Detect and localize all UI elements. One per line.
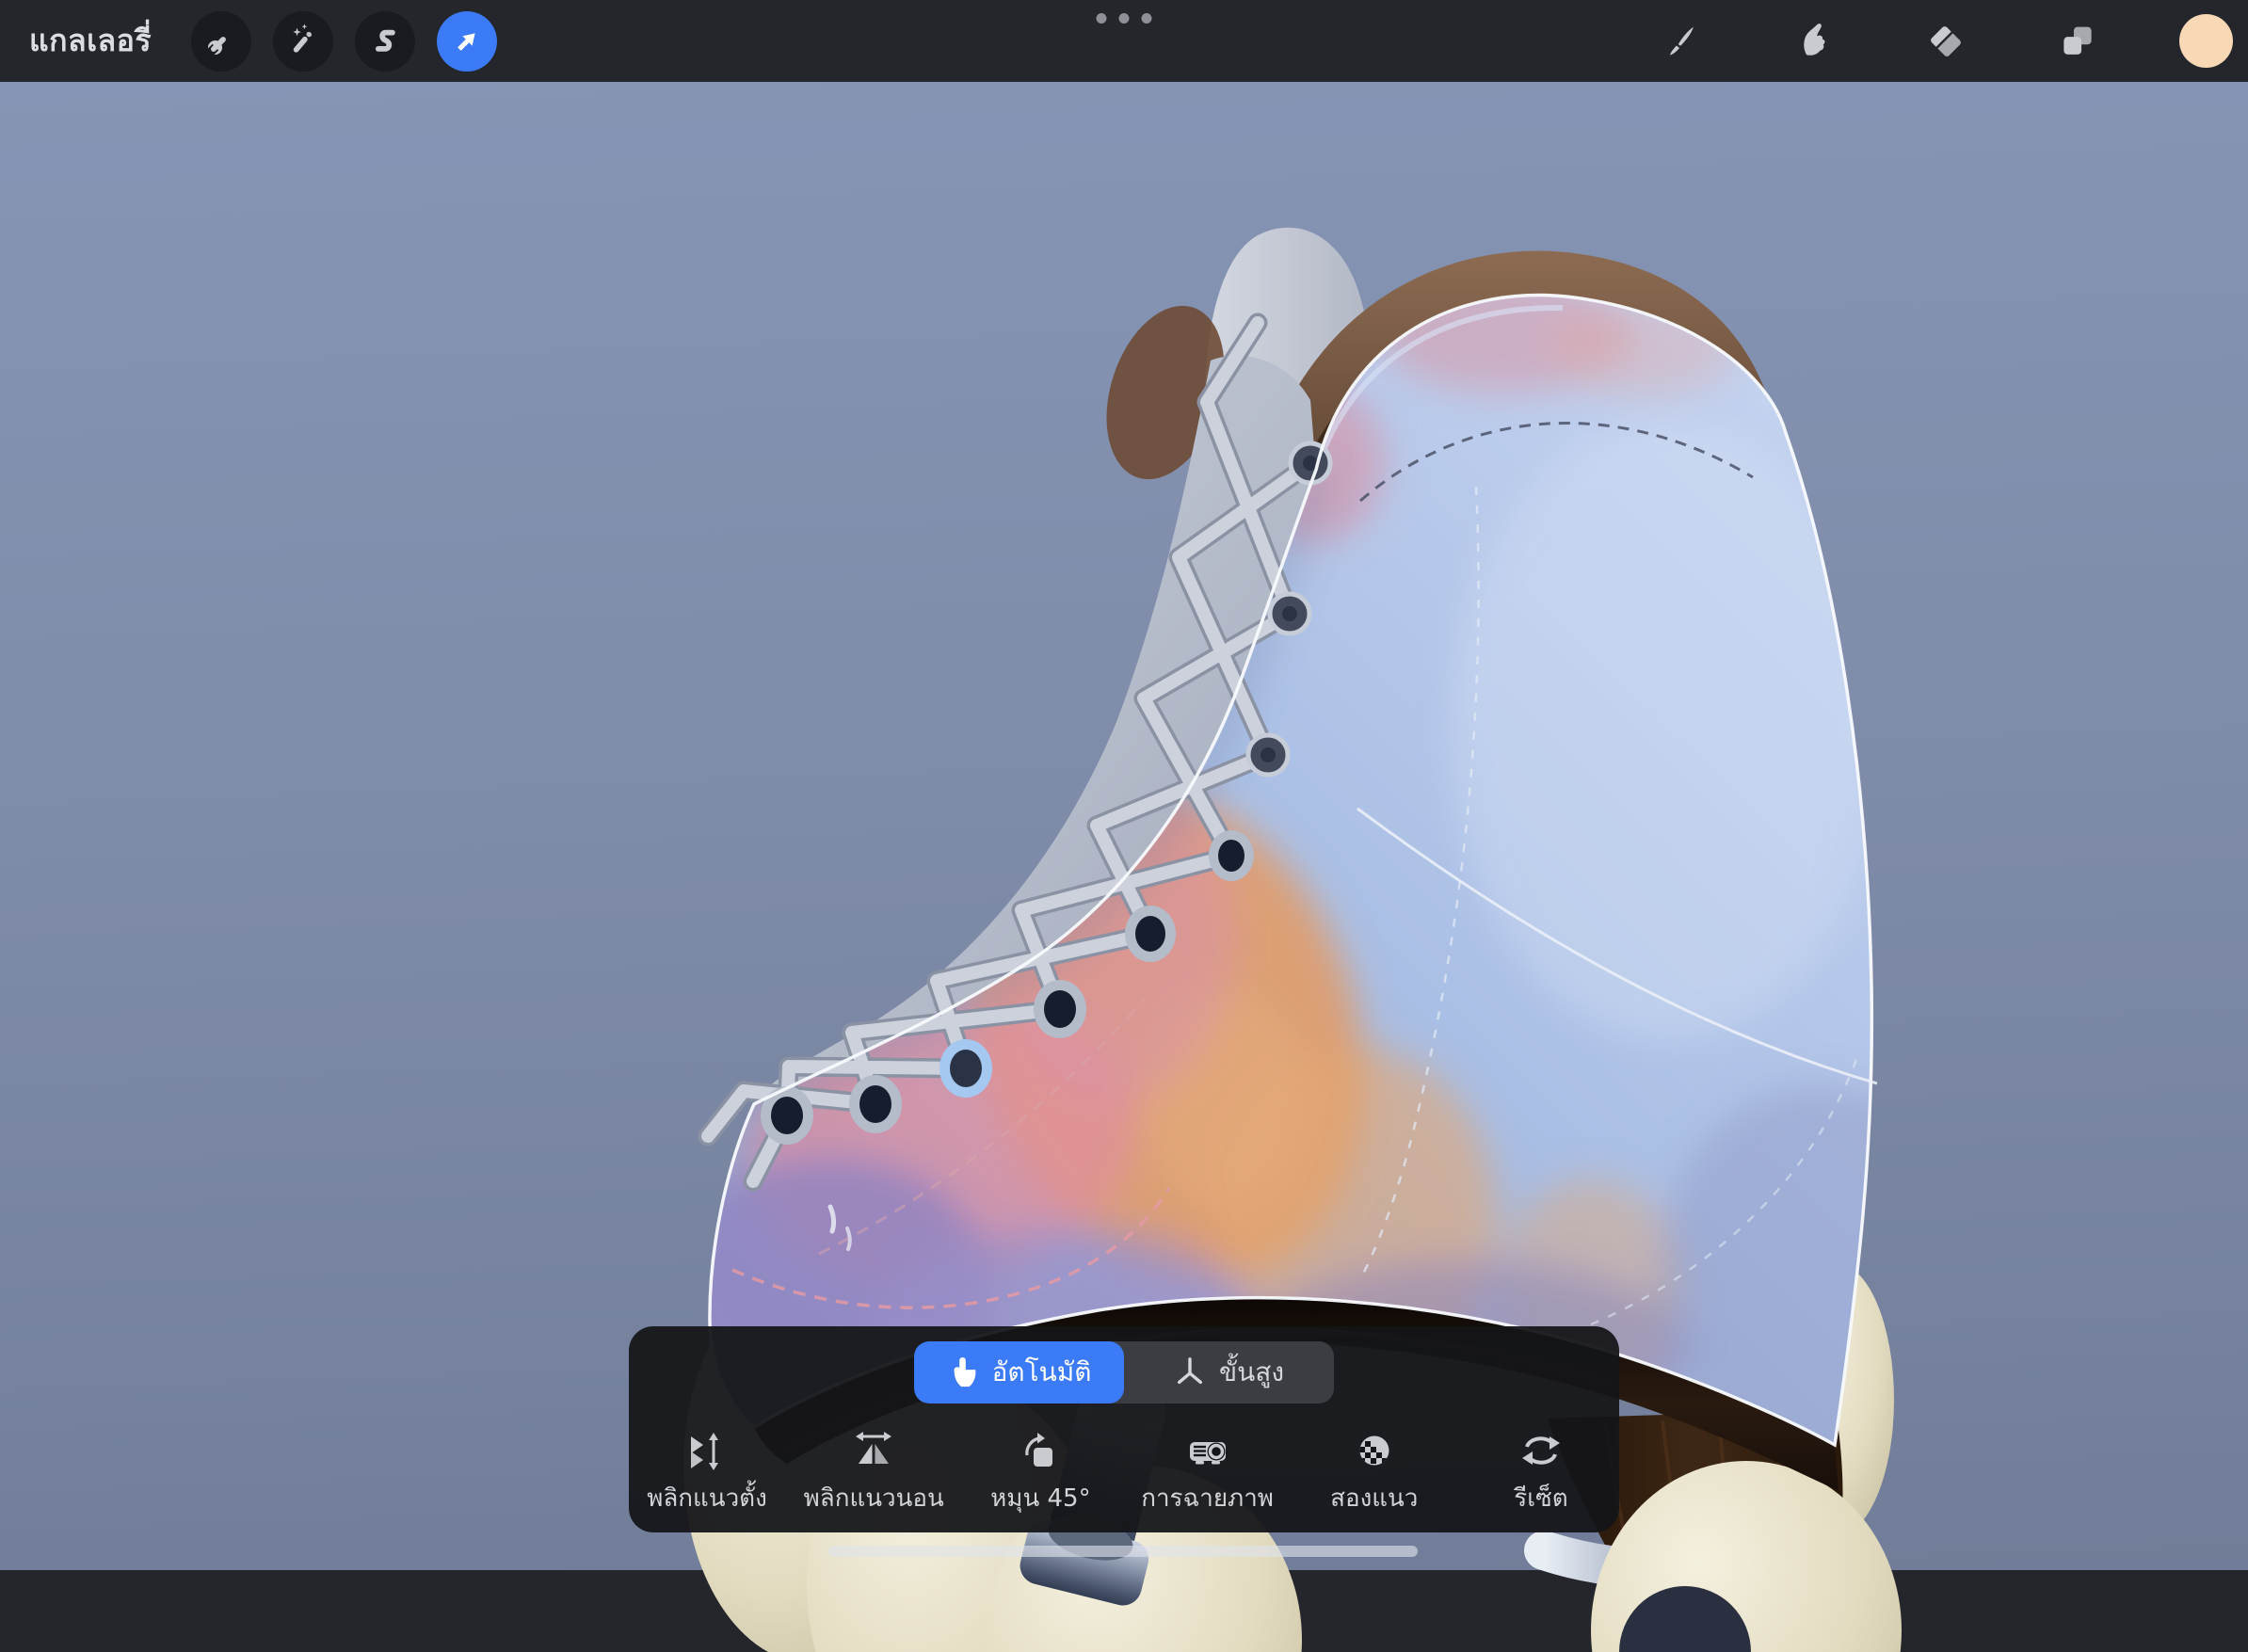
transform-button[interactable] bbox=[437, 11, 497, 72]
mode-automatic-label: อัตโนมัติ bbox=[992, 1352, 1092, 1393]
transform-mode-toggle: อัตโนมัติ ขั้นสูง bbox=[914, 1341, 1334, 1403]
transform-options-panel: อัตโนมัติ ขั้นสูง พลิกแนวตั้ง bbox=[629, 1326, 1619, 1532]
hand-pointer-icon bbox=[947, 1356, 979, 1388]
projection-icon bbox=[1185, 1428, 1230, 1473]
projection-button[interactable]: การฉายภาพ bbox=[1147, 1428, 1269, 1517]
color-swatch[interactable] bbox=[2179, 14, 2233, 68]
flip-vertical-button[interactable]: พลิกแนวตั้ง bbox=[646, 1428, 768, 1517]
flip-horizontal-button[interactable]: พลิกแนวนอน bbox=[812, 1428, 935, 1517]
layers-icon bbox=[2053, 17, 2102, 66]
top-toolbar: แกลเลอรี่ bbox=[0, 0, 2248, 82]
wrench-icon bbox=[200, 20, 243, 63]
smudge-button[interactable] bbox=[1784, 11, 1844, 72]
eraser-button[interactable] bbox=[1916, 11, 1976, 72]
mode-automatic[interactable]: อัตโนมัติ bbox=[914, 1341, 1124, 1403]
rotate-45-label: หมุน 45° bbox=[990, 1479, 1090, 1517]
selection-button[interactable] bbox=[355, 11, 415, 72]
flip-horizontal-label: พลิกแนวนอน bbox=[804, 1479, 944, 1517]
mode-advanced-label: ขั้นสูง bbox=[1219, 1352, 1284, 1393]
magic-wand-icon bbox=[281, 20, 325, 63]
gallery-button[interactable]: แกลเลอรี่ bbox=[29, 17, 152, 65]
toolbar-right-group bbox=[1652, 0, 2233, 82]
reset-button[interactable]: รีเซ็ต bbox=[1480, 1428, 1602, 1517]
brush-icon bbox=[1658, 17, 1707, 66]
two-way-interpolation-button[interactable]: สองแนว bbox=[1313, 1428, 1436, 1517]
rotate-45-button[interactable]: หมุน 45° bbox=[979, 1428, 1101, 1517]
smudge-icon bbox=[1790, 17, 1839, 66]
transform-actions-row: พลิกแนวตั้ง พลิกแนวนอน หมุน bbox=[629, 1428, 1619, 1517]
flip-vertical-label: พลิกแนวตั้ง bbox=[647, 1479, 767, 1517]
axis-3d-icon bbox=[1174, 1356, 1206, 1388]
actions-button[interactable] bbox=[191, 11, 251, 72]
flip-horizontal-icon bbox=[851, 1428, 896, 1473]
eraser-icon bbox=[1921, 17, 1970, 66]
home-indicator[interactable] bbox=[828, 1546, 1418, 1557]
brush-button[interactable] bbox=[1652, 11, 1712, 72]
rotate-45-icon bbox=[1018, 1428, 1063, 1473]
mode-advanced[interactable]: ขั้นสูง bbox=[1124, 1341, 1334, 1403]
two-way-interpolation-icon bbox=[1352, 1428, 1397, 1473]
reset-label: รีเซ็ต bbox=[1514, 1479, 1567, 1517]
two-way-label: สองแนว bbox=[1330, 1479, 1418, 1517]
transform-arrow-icon bbox=[445, 20, 489, 63]
projection-label: การฉายภาพ bbox=[1141, 1479, 1274, 1517]
ellipsis-icon bbox=[1097, 13, 1107, 24]
canvas-options-handle[interactable] bbox=[1097, 13, 1152, 24]
selection-s-icon bbox=[363, 20, 407, 63]
adjustments-button[interactable] bbox=[273, 11, 333, 72]
layers-button[interactable] bbox=[2047, 11, 2108, 72]
reset-icon bbox=[1518, 1428, 1564, 1473]
flip-vertical-icon bbox=[684, 1428, 730, 1473]
toolbar-left-group: แกลเลอรี่ bbox=[0, 0, 497, 82]
